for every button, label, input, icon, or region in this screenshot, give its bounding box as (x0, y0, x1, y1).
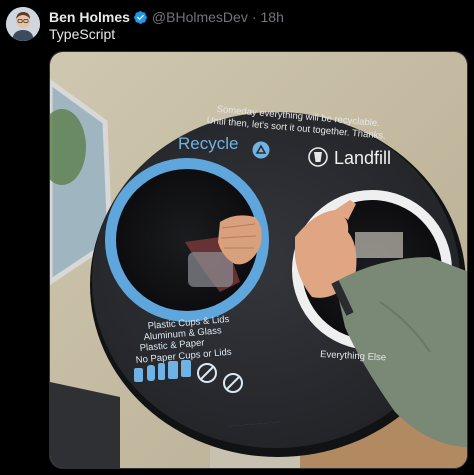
photo-shadow (50, 382, 120, 468)
author-handle[interactable]: @BHolmesDev (152, 9, 248, 25)
landfill-label: Landfill (334, 148, 391, 168)
display-name[interactable]: Ben Holmes (49, 9, 130, 25)
tweet-text: TypeScript (49, 26, 116, 42)
recycle-symbol-icon (252, 141, 270, 159)
tweet-header: Ben Holmes @BHolmesDev · 18h (49, 8, 284, 26)
avatar[interactable] (6, 7, 40, 41)
separator-dot: · (251, 9, 257, 25)
recycle-label: Recycle (178, 134, 238, 153)
tweet-media-photo[interactable]: Someday everything will be recyclable. U… (49, 51, 468, 469)
verified-badge-icon (133, 10, 148, 25)
timestamp[interactable]: 18h (261, 9, 284, 25)
person-avatar-icon (6, 7, 40, 41)
tweet-card[interactable]: Ben Holmes @BHolmesDev · 18h TypeScript (0, 0, 474, 475)
